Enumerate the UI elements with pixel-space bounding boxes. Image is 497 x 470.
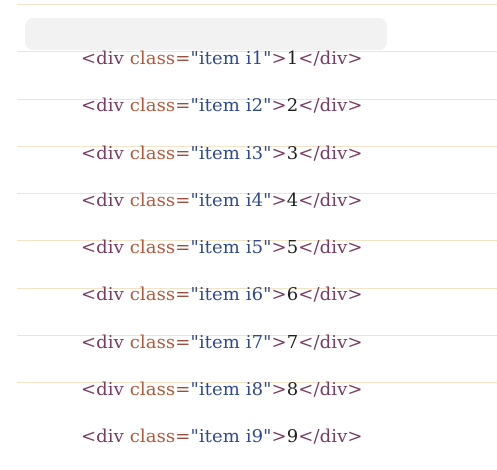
code-line-8[interactable]: <div class="item i8">8</div> [17,336,497,400]
attr-name: class [129,426,176,448]
code-line-2[interactable]: <div class="item i2">2</div> [17,52,497,116]
closing-tag: </div> [298,426,363,448]
code-line-6[interactable]: <div class="item i6">6</div> [17,241,497,305]
code-line-9[interactable]: <div class="item i9">9</div> [17,383,497,447]
code-list: <div class="item i1">1</div> <div class=… [17,4,497,447]
code-line-3[interactable]: <div class="item i3">3</div> [17,100,497,164]
code-text: <div class="item i9">9</div> [46,404,363,470]
element-content: 9 [286,426,299,448]
code-line-4[interactable]: <div class="item i4">4</div> [17,147,497,211]
open-tag: <div [80,426,124,448]
attr-value: "item i9" [190,426,272,448]
code-line-1[interactable]: <div class="item i1">1</div> [17,5,497,69]
code-line-5[interactable]: <div class="item i5">5</div> [17,194,497,258]
tag-close: > [271,426,287,448]
equals-sign: = [175,426,191,448]
code-line-7[interactable]: <div class="item i7">7</div> [17,289,497,353]
